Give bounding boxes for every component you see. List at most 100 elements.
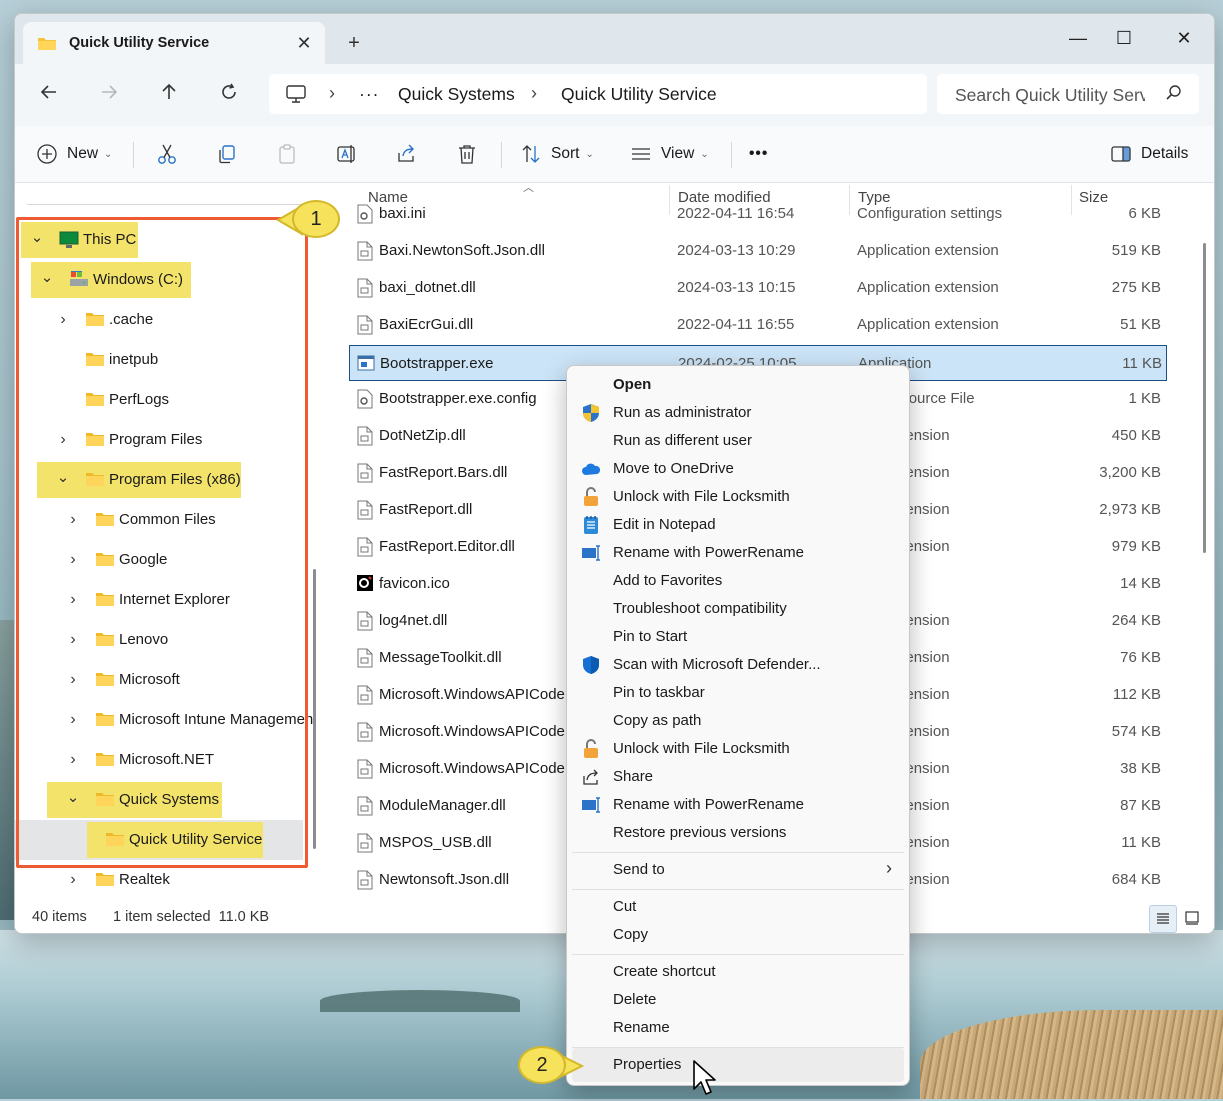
file-row[interactable]: baxi_dotnet.dll 2024-03-13 10:15 Applicati…: [349, 270, 1167, 306]
menu-item-label: Copy: [613, 926, 649, 943]
menu-item-copy-as-path[interactable]: Copy as path: [572, 707, 904, 735]
nav-scrollbar[interactable]: [313, 569, 316, 849]
callout-number: 2: [518, 1046, 566, 1084]
file-name: FastReport.Editor.dll: [379, 538, 515, 555]
menu-item-scan-with-microsoft-defender[interactable]: Scan with Microsoft Defender...: [572, 651, 904, 679]
address-bar: › ··· Quick Systems › Quick Utility Serv…: [15, 64, 1214, 126]
up-arrow-icon[interactable]: [153, 80, 185, 112]
file-date: 2022-04-11 16:55: [677, 316, 795, 333]
command-bar: New ⌄ Sort ⌄ View ⌄ ••• Details: [15, 126, 1214, 183]
menu-item-share[interactable]: Share: [572, 763, 904, 791]
menu-item-rename-with-powerrename[interactable]: Rename with PowerRename: [572, 539, 904, 567]
rename-button[interactable]: [335, 140, 359, 168]
breadcrumb-quick-utility-service[interactable]: Quick Utility Service: [561, 84, 717, 105]
annotation-box: [16, 217, 308, 868]
file-size: 574 KB: [1111, 723, 1161, 740]
divider: [731, 142, 732, 168]
tab-close-icon[interactable]: ✕: [291, 30, 317, 56]
file-size: 112 KB: [1112, 686, 1161, 703]
view-lines-icon: [629, 142, 653, 166]
tab-quick-utility-service[interactable]: Quick Utility Service ✕: [23, 22, 325, 64]
menu-item-edit-in-notepad[interactable]: Edit in Notepad: [572, 511, 904, 539]
file-name: ModuleManager.dll: [379, 797, 506, 814]
menu-item-move-to-onedrive[interactable]: Move to OneDrive: [572, 455, 904, 483]
menu-item-unlock-with-file-locksmith[interactable]: Unlock with File Locksmith: [572, 735, 904, 763]
menu-item-run-as-different-user[interactable]: Run as different user: [572, 427, 904, 455]
menu-item-label: Rename with PowerRename: [613, 796, 804, 813]
menu-separator: [572, 889, 904, 890]
menu-item-label: Run as administrator: [613, 404, 752, 421]
menu-item-label: Share: [613, 768, 654, 785]
dll-file-icon: [356, 537, 374, 561]
this-pc-monitor-icon[interactable]: [285, 84, 307, 108]
delete-button[interactable]: [455, 140, 479, 168]
view-button[interactable]: View ⌄: [629, 140, 709, 168]
new-button[interactable]: New ⌄: [35, 140, 112, 168]
file-row[interactable]: BaxiEcrGui.dll 2022-04-11 16:55 Applicatio…: [349, 307, 1167, 343]
file-row[interactable]: Baxi.NewtonSoft.Json.dll 2024-03-13 10:29…: [349, 233, 1167, 269]
menu-separator: [572, 954, 904, 955]
menu-item-label: Scan with Microsoft Defender...: [613, 656, 821, 673]
paste-button[interactable]: [275, 140, 299, 168]
menu-item-pin-to-taskbar[interactable]: Pin to taskbar: [572, 679, 904, 707]
details-view-icon[interactable]: [1149, 905, 1177, 933]
more-options-button[interactable]: •••: [749, 140, 768, 168]
ico-file-icon: [356, 574, 374, 596]
share-icon: [395, 142, 419, 166]
menu-item-properties[interactable]: Properties: [572, 1048, 904, 1082]
sort-button[interactable]: Sort ⌄: [519, 140, 594, 168]
search-placeholder: Search Quick Utility Serv: [955, 85, 1145, 105]
callout-number: 1: [292, 200, 340, 238]
chevron-right-icon[interactable]: ›: [65, 871, 81, 889]
back-arrow-icon[interactable]: [33, 80, 65, 112]
menu-item-send-to[interactable]: Send to ›: [572, 856, 904, 884]
menu-item-rename[interactable]: Rename: [572, 1014, 904, 1042]
folder-icon: [95, 871, 115, 891]
menu-item-restore-previous-versions[interactable]: Restore previous versions: [572, 819, 904, 847]
menu-item-label: Unlock with File Locksmith: [613, 740, 790, 757]
forward-arrow-icon[interactable]: [93, 80, 125, 112]
menu-item-troubleshoot-compatibility[interactable]: Troubleshoot compatibility: [572, 595, 904, 623]
close-window-button[interactable]: ✕: [1161, 22, 1207, 54]
menu-item-open[interactable]: Open: [572, 371, 904, 399]
breadcrumb-quick-systems[interactable]: Quick Systems: [398, 84, 515, 105]
powerrename-icon: [581, 543, 601, 563]
breadcrumb[interactable]: › ··· Quick Systems › Quick Utility Serv…: [269, 74, 927, 114]
menu-item-rename-with-powerrename[interactable]: Rename with PowerRename: [572, 791, 904, 819]
new-tab-button[interactable]: +: [341, 30, 367, 56]
search-input[interactable]: Search Quick Utility Serv: [937, 74, 1199, 114]
file-name: baxi_dotnet.dll: [379, 279, 476, 296]
menu-item-pin-to-start[interactable]: Pin to Start: [572, 623, 904, 651]
search-icon[interactable]: [1165, 84, 1183, 106]
details-button[interactable]: Details: [1109, 140, 1188, 168]
menu-item-cut[interactable]: Cut: [572, 893, 904, 921]
file-name: DotNetZip.dll: [379, 427, 466, 444]
exe-file-icon: [357, 354, 375, 376]
file-list-scrollbar[interactable]: [1203, 243, 1206, 553]
copy-icon: [215, 142, 239, 166]
menu-item-delete[interactable]: Delete: [572, 986, 904, 1014]
file-row[interactable]: baxi.ini 2022-04-11 16:54 Configuration se…: [349, 196, 1167, 232]
tiles-view-icon[interactable]: [1179, 905, 1205, 931]
menu-item-label: Send to: [613, 861, 665, 878]
copy-button[interactable]: [215, 140, 239, 168]
sort-caret-icon: ︿: [523, 183, 534, 194]
minimize-button[interactable]: —: [1055, 22, 1101, 54]
menu-item-run-as-administrator[interactable]: Run as administrator: [572, 399, 904, 427]
file-name: FastReport.dll: [379, 501, 473, 518]
menu-item-label: Edit in Notepad: [613, 516, 716, 533]
dll-file-icon: [356, 648, 374, 672]
file-size: 519 KB: [1111, 242, 1161, 259]
clipboard-icon: [275, 142, 299, 166]
share-button[interactable]: [395, 140, 419, 168]
menu-item-add-to-favorites[interactable]: Add to Favorites: [572, 567, 904, 595]
menu-item-unlock-with-file-locksmith[interactable]: Unlock with File Locksmith: [572, 483, 904, 511]
refresh-icon[interactable]: [213, 80, 245, 112]
sort-label: Sort: [551, 145, 580, 162]
cut-button[interactable]: [155, 140, 179, 168]
maximize-button[interactable]: ☐: [1101, 22, 1147, 54]
breadcrumb-overflow[interactable]: ···: [359, 84, 379, 105]
rename-icon: [335, 142, 359, 166]
menu-item-create-shortcut[interactable]: Create shortcut: [572, 958, 904, 986]
menu-item-copy[interactable]: Copy: [572, 921, 904, 949]
